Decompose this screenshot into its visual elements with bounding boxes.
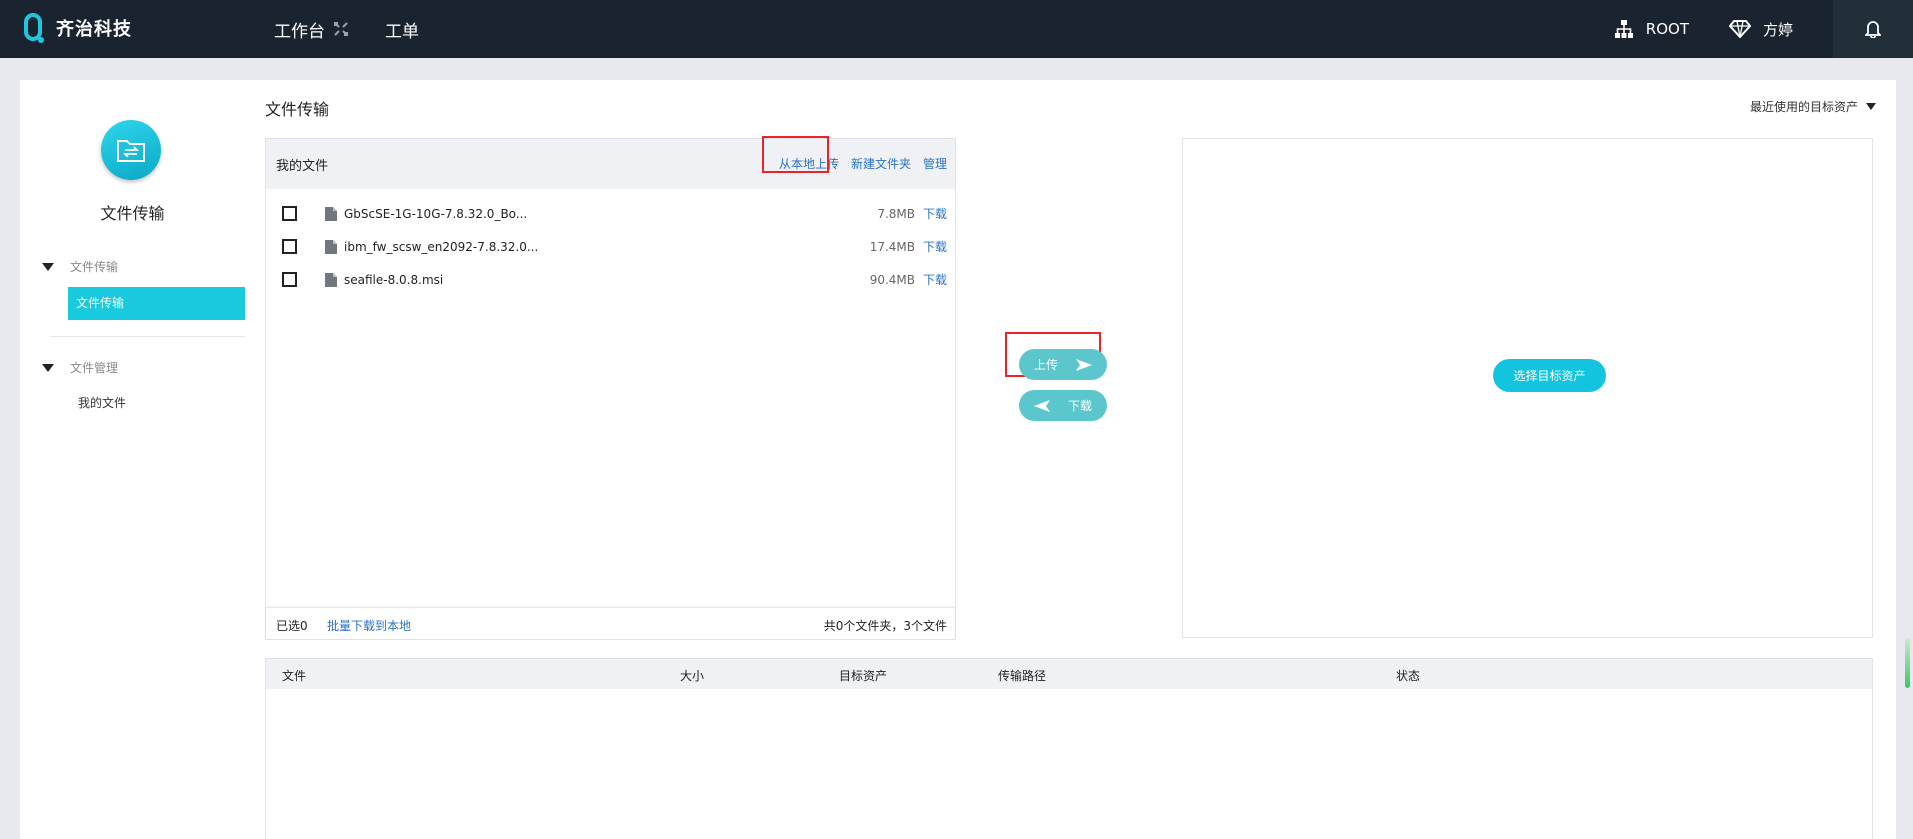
file-row[interactable]: GbScSE-1G-10G-7.8.32.0_Bo... 7.8MB 下载 bbox=[266, 197, 955, 230]
send-left-icon bbox=[1033, 399, 1050, 412]
file-icon bbox=[325, 206, 337, 221]
org-tree-icon bbox=[1614, 20, 1633, 38]
my-files-label: 我的文件 bbox=[276, 159, 329, 174]
file-total: 共0个文件夹，3个文件 bbox=[823, 619, 947, 633]
sidebar-group-file-transfer[interactable]: 文件传输 bbox=[42, 258, 118, 275]
sidebar-item-file-transfer[interactable]: 文件传输 bbox=[68, 287, 245, 320]
file-size: 90.4MB bbox=[869, 272, 915, 287]
selected-count: 已选0 bbox=[276, 619, 308, 633]
column-size: 大小 bbox=[680, 669, 705, 683]
my-files-panel: 我的文件 从本地上传 新建文件夹 管理 GbScSE-1G-10G-7.8.32… bbox=[265, 136, 956, 640]
top-right-area: ROOT 方婷 bbox=[1614, 0, 1913, 58]
file-checkbox[interactable] bbox=[282, 272, 297, 287]
user-menu[interactable]: 方婷 bbox=[1728, 19, 1793, 40]
file-icon bbox=[325, 239, 337, 254]
caret-down-icon bbox=[42, 262, 54, 271]
recent-targets-dropdown[interactable]: 最近使用的目标资产 bbox=[1750, 98, 1876, 115]
nav-workbench-label: 工作台 bbox=[274, 21, 325, 42]
sidebar-group-label: 文件传输 bbox=[70, 260, 119, 274]
highlight-box bbox=[762, 136, 829, 173]
file-download-link[interactable]: 下载 bbox=[923, 271, 947, 288]
file-name: ibm_fw_scsw_en2092-7.8.32.0... bbox=[344, 239, 539, 254]
file-size: 7.8MB bbox=[877, 206, 915, 221]
choose-target-button[interactable]: 选择目标资产 bbox=[1493, 359, 1606, 392]
page-scrollbar[interactable] bbox=[1905, 638, 1910, 688]
download-button[interactable]: 下载 bbox=[1019, 390, 1107, 421]
upload-button-label: 上传 bbox=[1033, 358, 1058, 372]
brand-logo[interactable]: 齐治科技 bbox=[24, 13, 132, 43]
column-status: 状态 bbox=[1396, 669, 1421, 683]
diamond-icon bbox=[1728, 20, 1751, 38]
file-name: GbScSE-1G-10G-7.8.32.0_Bo... bbox=[344, 206, 528, 221]
nav-tickets[interactable]: 工单 bbox=[385, 17, 419, 42]
sidebar-group-label: 文件管理 bbox=[70, 361, 119, 375]
my-files-header: 我的文件 从本地上传 新建文件夹 管理 bbox=[266, 136, 955, 189]
download-button-label: 下载 bbox=[1067, 399, 1092, 413]
sidebar: 文件传输 文件传输 文件传输 文件管理 我的文件 bbox=[20, 80, 245, 839]
org-label: ROOT bbox=[1645, 20, 1689, 38]
main-content: 文件传输 最近使用的目标资产 我的文件 从本地上传 新建文件夹 管理 GbScS… bbox=[245, 80, 1896, 839]
main-nav: 工作台 工单 bbox=[274, 0, 455, 58]
file-size: 17.4MB bbox=[869, 239, 915, 254]
nav-tickets-label: 工单 bbox=[385, 21, 419, 42]
page-title: 文件传输 bbox=[265, 100, 330, 119]
brand-name: 齐治科技 bbox=[56, 19, 132, 40]
file-download-link[interactable]: 下载 bbox=[923, 205, 947, 222]
org-selector[interactable]: ROOT bbox=[1614, 19, 1689, 39]
my-files-footer: 已选0 批量下载到本地 共0个文件夹，3个文件 bbox=[266, 607, 955, 639]
manage-link[interactable]: 管理 bbox=[923, 155, 947, 172]
file-download-link[interactable]: 下载 bbox=[923, 238, 947, 255]
sidebar-divider bbox=[50, 336, 245, 337]
top-bar: 齐治科技 工作台 工单 ROOT 方婷 bbox=[0, 0, 1913, 58]
new-folder-link[interactable]: 新建文件夹 bbox=[851, 155, 911, 172]
target-asset-panel: 选择目标资产 bbox=[1182, 138, 1873, 638]
sidebar-title: 文件传输 bbox=[100, 204, 165, 223]
sidebar-item-my-files[interactable]: 我的文件 bbox=[78, 394, 126, 411]
task-table-header: 文件 大小 目标资产 传输路径 状态 bbox=[266, 659, 1872, 689]
file-checkbox[interactable] bbox=[282, 206, 297, 221]
logo-icon bbox=[24, 13, 44, 43]
file-row[interactable]: seafile-8.0.8.msi 90.4MB 下载 bbox=[266, 263, 955, 296]
column-file: 文件 bbox=[282, 669, 307, 683]
nav-workbench[interactable]: 工作台 bbox=[274, 17, 349, 42]
expand-icon bbox=[334, 22, 348, 36]
column-transfer-path: 传输路径 bbox=[998, 669, 1047, 683]
sidebar-group-file-management[interactable]: 文件管理 bbox=[42, 359, 118, 376]
transfer-task-table: 文件 大小 目标资产 传输路径 状态 bbox=[265, 658, 1873, 839]
user-name: 方婷 bbox=[1762, 20, 1793, 39]
file-icon bbox=[325, 272, 337, 287]
batch-download-link[interactable]: 批量下载到本地 bbox=[327, 617, 411, 634]
file-transfer-app-icon bbox=[101, 120, 161, 180]
column-target-asset: 目标资产 bbox=[839, 669, 888, 683]
file-row[interactable]: ibm_fw_scsw_en2092-7.8.32.0... 17.4MB 下载 bbox=[266, 230, 955, 263]
caret-down-icon bbox=[42, 363, 54, 372]
bell-icon bbox=[1865, 21, 1881, 38]
send-right-icon bbox=[1076, 358, 1092, 371]
recent-targets-label: 最近使用的目标资产 bbox=[1749, 100, 1858, 114]
notification-button[interactable] bbox=[1833, 0, 1913, 58]
file-checkbox[interactable] bbox=[282, 239, 297, 254]
caret-down-icon bbox=[1866, 103, 1876, 110]
file-name: seafile-8.0.8.msi bbox=[344, 272, 444, 287]
upload-button[interactable]: 上传 bbox=[1019, 349, 1107, 380]
